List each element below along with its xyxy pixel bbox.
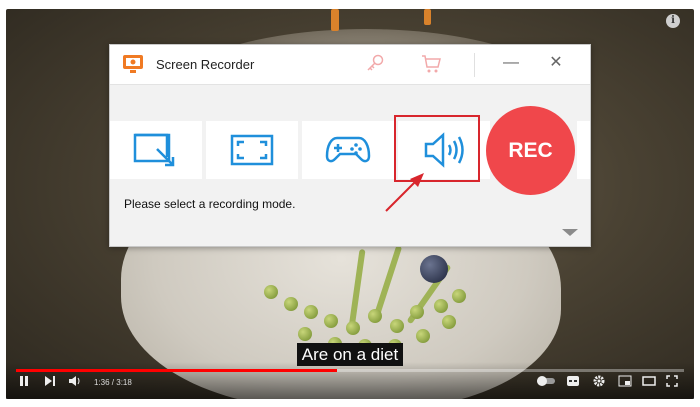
annotation-arrow-icon	[385, 173, 424, 212]
blueberry	[420, 255, 448, 283]
progress-fill	[16, 369, 337, 372]
cart-icon[interactable]	[420, 53, 442, 80]
next-mode-button-partial[interactable]	[577, 121, 590, 179]
autoplay-toggle[interactable]	[536, 375, 556, 391]
window-title: Screen Recorder	[156, 57, 255, 72]
theater-mode-icon[interactable]	[642, 375, 656, 391]
captions-icon[interactable]	[566, 375, 580, 391]
fullscreen-player-icon[interactable]	[666, 375, 678, 391]
pea	[304, 305, 318, 319]
pea	[410, 305, 424, 319]
progress-bar[interactable]	[16, 369, 684, 372]
carrot-piece	[331, 9, 339, 31]
close-button[interactable]: ✕	[547, 53, 565, 73]
title-separator	[474, 53, 475, 77]
volume-icon[interactable]	[68, 375, 82, 391]
pea	[298, 327, 312, 341]
game-mode-button[interactable]	[302, 121, 394, 179]
next-icon[interactable]	[44, 375, 56, 391]
miniplayer-icon[interactable]	[618, 375, 632, 391]
region-mode-button[interactable]	[110, 121, 202, 179]
pea	[368, 309, 382, 323]
pea	[264, 285, 278, 299]
rec-button[interactable]: REC	[486, 106, 575, 195]
screen-recorder-app-icon	[122, 54, 144, 74]
pea	[390, 319, 404, 333]
carrot-piece	[424, 9, 431, 25]
pea	[346, 321, 360, 335]
info-icon[interactable]: i	[666, 14, 680, 28]
key-icon[interactable]	[364, 53, 386, 80]
pea	[442, 315, 456, 329]
pause-icon[interactable]	[18, 375, 30, 391]
screen-recorder-window: Screen Recorder — ✕ REC Please select a …	[109, 44, 591, 247]
pea	[452, 289, 466, 303]
fullscreen-icon	[230, 134, 274, 166]
region-select-icon	[133, 133, 175, 167]
pea	[416, 329, 430, 343]
expand-chevron-down-icon[interactable]	[562, 229, 578, 236]
pea	[324, 314, 338, 328]
status-message: Please select a recording mode.	[124, 197, 296, 211]
gamepad-icon	[325, 136, 371, 163]
fullscreen-mode-button[interactable]	[206, 121, 298, 179]
settings-icon[interactable]	[593, 375, 605, 391]
minimize-button[interactable]: —	[502, 53, 520, 73]
player-controls: 1:36 / 3:18	[6, 362, 694, 399]
time-display: 1:36 / 3:18	[94, 378, 132, 387]
title-bar: Screen Recorder — ✕	[110, 45, 590, 85]
pea	[434, 299, 448, 313]
pea	[284, 297, 298, 311]
